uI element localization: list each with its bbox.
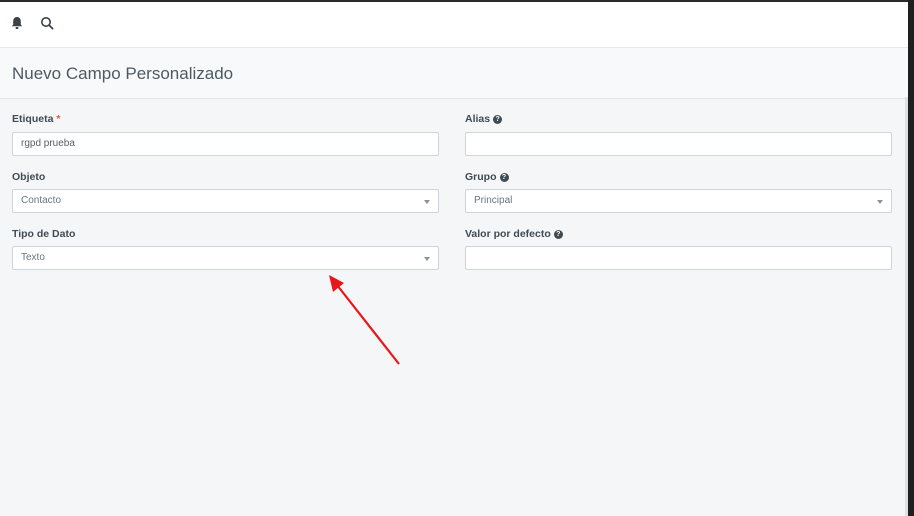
annotation-arrow-icon — [329, 275, 400, 365]
